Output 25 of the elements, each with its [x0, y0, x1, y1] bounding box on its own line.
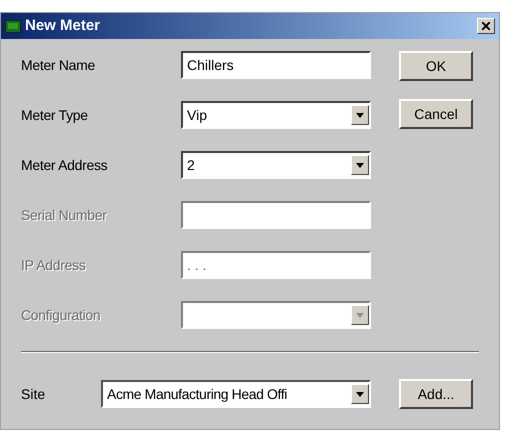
field-label: Serial Number: [21, 206, 108, 224]
dropdown-button[interactable]: [351, 384, 369, 404]
close-button[interactable]: [477, 18, 495, 34]
caret-icon: [356, 312, 364, 318]
field-label: Meter Name: [21, 56, 96, 74]
add-button[interactable]: Add...: [399, 379, 473, 409]
field-label: Configuration: [21, 306, 102, 325]
dropdown-button[interactable]: [351, 155, 369, 175]
site-label: Site: [21, 384, 46, 404]
dropdown-field[interactable]: Acme Manufacturing Head Offi: [101, 380, 371, 408]
ok-button[interactable]: OK: [399, 51, 473, 81]
caret-icon: [356, 392, 364, 396]
caret-icon: [356, 162, 364, 168]
dropdown-button[interactable]: [351, 105, 369, 125]
dropdown-field[interactable]: 2: [181, 151, 371, 179]
input-field[interactable]: Chillers: [181, 51, 371, 79]
field-label: Meter Address: [21, 156, 108, 174]
meter-icon: [5, 20, 21, 32]
caret-icon: [356, 112, 364, 118]
close-icon: [482, 22, 490, 30]
field-label: Meter Type: [21, 106, 89, 125]
field-label: IP Address: [21, 256, 86, 274]
dropdown-field[interactable]: Vip: [181, 101, 371, 129]
window-title: New Meter: [25, 16, 100, 36]
cancel-button[interactable]: Cancel: [399, 99, 473, 129]
